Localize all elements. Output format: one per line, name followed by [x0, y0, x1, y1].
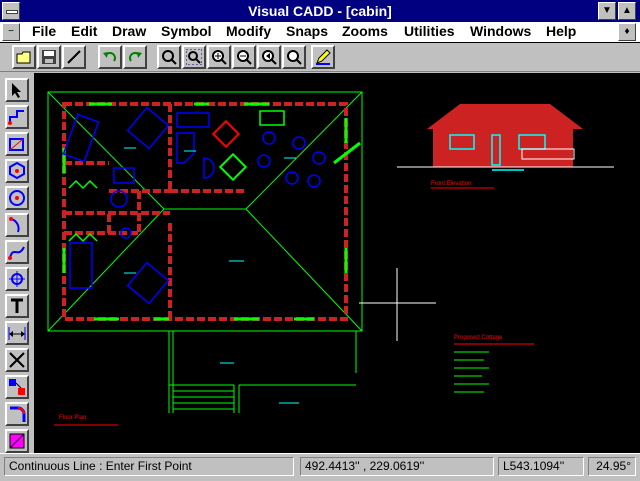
edit-layer-icon[interactable] — [311, 45, 335, 69]
menu-edit[interactable]: Edit — [71, 23, 97, 39]
roof-outline — [47, 91, 363, 332]
dimension-icon[interactable] — [5, 321, 29, 345]
document-menu-icon[interactable]: − — [2, 23, 20, 41]
maximize-icon[interactable]: ▲ — [618, 2, 636, 20]
floor-plan-label: Floor Plan — [59, 415, 87, 421]
menu-file[interactable]: File — [32, 23, 56, 39]
title-bar: Visual CADD - [cabin] ▼ ▲ — [0, 0, 640, 22]
zoom-out-icon[interactable] — [232, 45, 256, 69]
pen-icon[interactable] — [62, 45, 86, 69]
menu-symbol[interactable]: Symbol — [161, 23, 212, 39]
drawing-canvas[interactable]: Floor Plan Front Elevation Proposed Cott… — [34, 73, 640, 453]
line-length: L543.1094'' — [498, 457, 584, 476]
menu-zooms[interactable]: Zooms — [342, 23, 388, 39]
box-icon[interactable] — [5, 132, 29, 156]
command-prompt: Continuous Line : Enter First Point — [4, 457, 294, 476]
menu-snaps[interactable]: Snaps — [286, 23, 328, 39]
select-arrow-icon[interactable] — [5, 78, 29, 102]
crosshair-cursor — [359, 268, 436, 341]
kitchen-stove — [211, 110, 361, 182]
zoom-limits-icon[interactable] — [282, 45, 306, 69]
menu-windows[interactable]: Windows — [470, 23, 531, 39]
porch-deck — [168, 331, 357, 413]
window-title: Visual CADD - [cabin] — [248, 3, 392, 19]
openings — [62, 102, 348, 321]
zoom-in-icon[interactable] — [207, 45, 231, 69]
text-icon[interactable] — [5, 294, 29, 318]
fillet-icon[interactable] — [5, 402, 29, 426]
save-icon[interactable] — [37, 45, 61, 69]
menu-modify[interactable]: Modify — [226, 23, 271, 39]
menu-draw[interactable]: Draw — [112, 23, 146, 39]
polygon-icon[interactable] — [5, 159, 29, 183]
minimize-icon[interactable]: ▼ — [598, 2, 616, 20]
menu-help[interactable]: Help — [546, 23, 576, 39]
menu-utilities[interactable]: Utilities — [404, 23, 455, 39]
menu-bar: − File Edit Draw Symbol Modify Snaps Zoo… — [0, 22, 640, 43]
drawing-svg — [47, 91, 614, 426]
floor-plan-walls — [62, 102, 348, 321]
elevation-label: Front Elevation — [431, 181, 472, 187]
line-icon[interactable] — [5, 105, 29, 129]
redo-icon[interactable] — [123, 45, 147, 69]
line-angle: 24.95° — [588, 457, 636, 476]
status-bar: Continuous Line : Enter First Point 492.… — [0, 453, 640, 481]
undo-icon[interactable] — [98, 45, 122, 69]
hatch-icon[interactable] — [5, 375, 29, 399]
notes-title: Proposed Cottage — [454, 335, 503, 341]
zoom-all-icon[interactable] — [182, 45, 206, 69]
arc-icon[interactable] — [5, 213, 29, 237]
point-icon[interactable] — [5, 267, 29, 291]
notes-block — [454, 343, 534, 393]
front-elevation — [397, 104, 614, 171]
cursor-coordinates: 492.4413'' , 229.0619'' — [300, 457, 494, 476]
zoom-window-icon[interactable] — [157, 45, 181, 69]
tool-palette — [0, 73, 34, 453]
toolbar: 000 — [0, 43, 640, 112]
fill-icon[interactable] — [5, 429, 29, 453]
restore-icon[interactable]: ♦ — [618, 23, 636, 41]
room-annotations — [124, 147, 299, 404]
curve-icon[interactable] — [5, 240, 29, 264]
circle-icon[interactable] — [5, 186, 29, 210]
zoom-previous-icon[interactable] — [257, 45, 281, 69]
open-icon[interactable] — [12, 45, 36, 69]
trim-icon[interactable] — [5, 348, 29, 372]
